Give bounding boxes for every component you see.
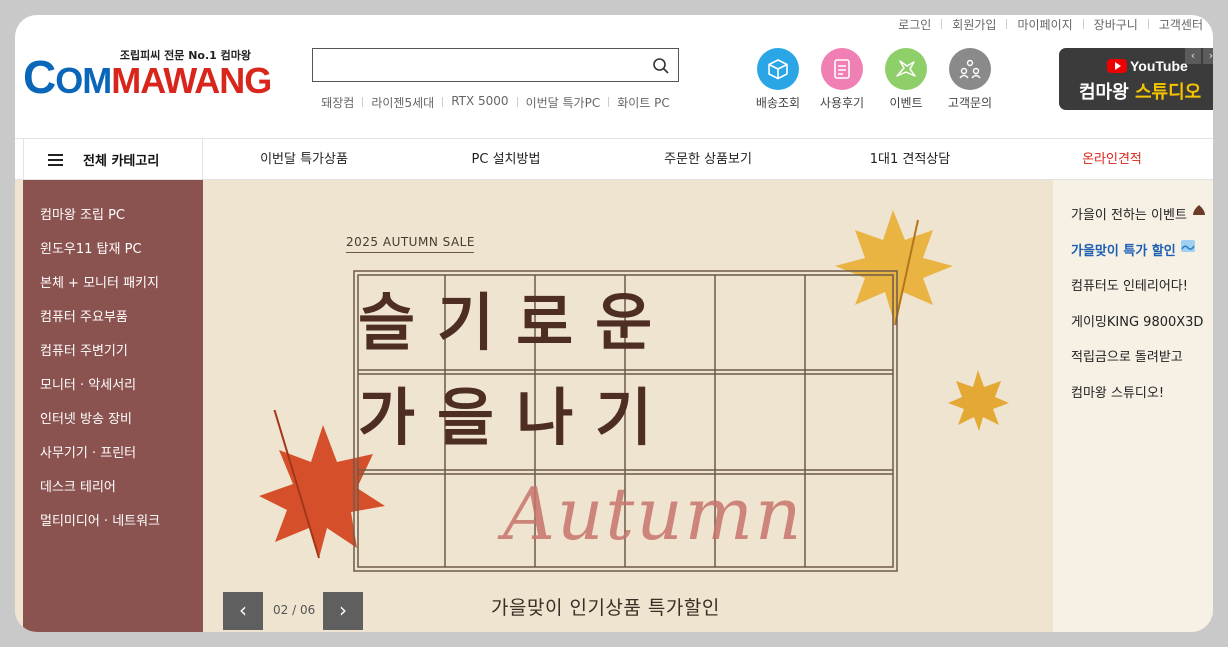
quick-links: 배송조회 사용후기 이벤트 고객문의 <box>746 48 1002 111</box>
all-category-button[interactable]: 전체 카테고리 <box>23 139 203 180</box>
popular-keywords: 돼장컴 라이젠5세대 RTX 5000 이번달 특가PC 화이트 PC <box>312 94 679 111</box>
category-item[interactable]: 데스크 테리어 <box>23 476 203 510</box>
sale-caption: 2025 AUTUMN SALE <box>346 235 475 249</box>
event-list: 가을이 전하는 이벤트 가을맞이 특가 할인 컴퓨터도 인테리어다! 게이밍KI… <box>1053 180 1213 632</box>
people-icon <box>949 48 991 90</box>
keyword-link[interactable]: 돼장컴 <box>313 94 362 111</box>
event-item[interactable]: 컴퓨터도 인테리어다! <box>1053 275 1213 311</box>
category-item[interactable]: 인터넷 방송 장비 <box>23 408 203 442</box>
keyword-link[interactable]: RTX 5000 <box>443 94 516 111</box>
quick-link-delivery[interactable]: 배송조회 <box>746 48 810 111</box>
event-item-active[interactable]: 가을맞이 특가 할인 <box>1053 239 1213 276</box>
main-nav: 전체 카테고리 이번달 특가상품 PC 설치방법 주문한 상품보기 1대1 견적… <box>15 138 1213 180</box>
category-item[interactable]: 윈도우11 탑재 PC <box>23 238 203 272</box>
nav-menu: 이번달 특가상품 PC 설치방법 주문한 상품보기 1대1 견적상담 온라인견적 <box>203 139 1213 180</box>
search-input[interactable] <box>312 48 679 82</box>
signup-link[interactable]: 회원가입 <box>942 16 1006 33</box>
nav-item-monthly-deals[interactable]: 이번달 특가상품 <box>203 139 405 180</box>
quick-link-events[interactable]: 이벤트 <box>874 48 938 111</box>
site-logo[interactable]: 조립피씨 전문 No.1 컴마왕 COMMAWANG <box>23 47 272 101</box>
banner-title-line2: 가을나기 <box>358 381 675 454</box>
nav-item-orders[interactable]: 주문한 상품보기 <box>607 139 809 180</box>
category-item[interactable]: 모니터 · 악세서리 <box>23 374 203 408</box>
page-frame: 로그인 회원가입 마이페이지 장바구니 고객센터 조립피씨 전문 No.1 컴마… <box>15 15 1213 632</box>
youtube-logo: YouTube <box>1107 58 1188 74</box>
menu-icon <box>48 153 63 166</box>
slide-pager: ‹ 02 / 06 › <box>223 592 363 630</box>
event-item[interactable]: 컴마왕 스튜디오! <box>1053 382 1213 418</box>
category-item[interactable]: 사무기기 · 프린터 <box>23 442 203 476</box>
mypage-link[interactable]: 마이페이지 <box>1007 16 1082 33</box>
category-item[interactable]: 멀티미디어 · 네트워크 <box>23 510 203 544</box>
quick-link-inquiry[interactable]: 고객문의 <box>938 48 1002 111</box>
next-slide-button[interactable]: › <box>323 592 363 630</box>
category-item[interactable]: 본체 + 모니터 패키지 <box>23 272 203 306</box>
box-icon <box>757 48 799 90</box>
category-item[interactable]: 컴퓨터 주변기기 <box>23 340 203 374</box>
hero-banner: 2025 AUTUMN SALE 슬기로운 가을나기 Autumn 가을맞이 인… <box>15 180 1213 632</box>
youtube-play-icon <box>1107 59 1127 73</box>
review-icon <box>821 48 863 90</box>
chevron-right-icon[interactable]: › <box>1203 48 1213 64</box>
category-sidebar: 컴마왕 조립 PC 윈도우11 탑재 PC 본체 + 모니터 패키지 컴퓨터 주… <box>23 180 203 632</box>
cart-link[interactable]: 장바구니 <box>1084 16 1148 33</box>
banner-slide[interactable]: 2025 AUTUMN SALE 슬기로운 가을나기 Autumn 가을맞이 인… <box>203 180 1053 632</box>
maple-leaf-image <box>948 370 1009 431</box>
login-link[interactable]: 로그인 <box>888 16 941 33</box>
youtube-studio-banner[interactable]: ‹ › YouTube 컴마왕 스튜디오 <box>1059 48 1213 110</box>
event-item[interactable]: 적립금으로 돌려받고 <box>1053 346 1213 382</box>
nav-item-online-quote[interactable]: 온라인견적 <box>1011 139 1213 180</box>
customer-center-link[interactable]: 고객센터 <box>1149 16 1213 33</box>
quick-link-reviews[interactable]: 사용후기 <box>810 48 874 111</box>
prev-slide-button[interactable]: ‹ <box>223 592 263 630</box>
nav-item-pc-install[interactable]: PC 설치방법 <box>405 139 607 180</box>
banner-script-text: Autumn <box>503 472 804 556</box>
keyword-link[interactable]: 이번달 특가PC <box>518 94 609 111</box>
category-item[interactable]: 컴퓨터 주요부품 <box>23 306 203 340</box>
studio-title: 컴마왕 스튜디오 <box>1079 82 1202 103</box>
event-item[interactable]: 가을이 전하는 이벤트 <box>1053 204 1213 240</box>
utility-links: 로그인 회원가입 마이페이지 장바구니 고객센터 <box>888 15 1213 33</box>
nav-item-consult[interactable]: 1대1 견적상담 <box>809 139 1011 180</box>
keyword-link[interactable]: 라이젠5세대 <box>363 94 442 111</box>
search-icon[interactable] <box>652 57 670 75</box>
wave-icon <box>1180 239 1195 252</box>
banner-title-line1: 슬기로운 <box>358 286 675 359</box>
slide-counter: 02 / 06 <box>273 603 316 617</box>
banner-subtitle: 가을맞이 인기상품 특가할인 <box>491 597 720 619</box>
keyword-link[interactable]: 화이트 PC <box>609 94 678 111</box>
category-item[interactable]: 컴마왕 조립 PC <box>23 204 203 238</box>
chestnut-icon <box>1192 205 1205 215</box>
bird-icon <box>885 48 927 90</box>
logo-wordmark: COMMAWANG <box>23 51 272 103</box>
event-item[interactable]: 게이밍KING 9800X3D <box>1053 311 1213 347</box>
